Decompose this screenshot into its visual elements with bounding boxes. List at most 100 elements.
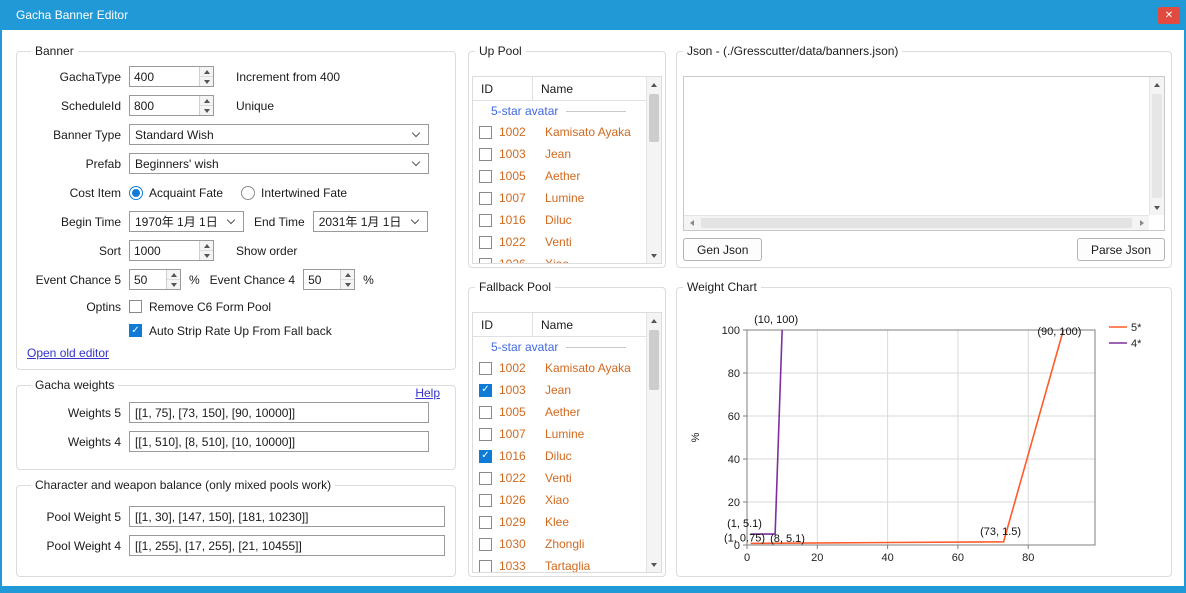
json-vertical-scrollbar[interactable] (1149, 77, 1164, 215)
titlebar[interactable]: Gacha Banner Editor ✕ (0, 0, 1186, 30)
list-item[interactable]: 1003Jean (473, 379, 646, 401)
scheduleid-spinner[interactable]: 800 (129, 95, 214, 116)
list-item[interactable]: 1007Lumine (473, 423, 646, 445)
scroll-up-button[interactable] (647, 77, 661, 92)
fallback-pool-scrollbar[interactable] (646, 313, 661, 572)
gachatype-label: GachaType (25, 70, 121, 84)
row-checkbox[interactable] (479, 148, 492, 161)
row-checkbox[interactable] (479, 516, 492, 529)
column-header-id[interactable]: ID (473, 77, 533, 100)
list-item[interactable]: 1030Zhongli (473, 533, 646, 555)
scroll-up-button[interactable] (647, 313, 661, 328)
row-checkbox[interactable] (479, 236, 492, 249)
spin-up-button[interactable] (341, 270, 354, 280)
scrollbar-thumb[interactable] (649, 94, 659, 142)
weights5-input[interactable]: [[1, 75], [73, 150], [90, 10000]] (129, 402, 429, 423)
spin-down-button[interactable] (341, 280, 354, 289)
row-checkbox[interactable] (479, 560, 492, 573)
spin-down-button[interactable] (200, 251, 213, 260)
scroll-up-button[interactable] (1150, 77, 1164, 92)
down-arrow-icon (345, 283, 351, 287)
pool-weight4-value: [[1, 255], [17, 255], [21, 10455]] (135, 539, 302, 553)
pool-weight4-input[interactable]: [[1, 255], [17, 255], [21, 10455]] (129, 535, 445, 556)
row-checkbox[interactable] (479, 170, 492, 183)
remove-c6-checkbox[interactable] (129, 300, 142, 313)
row-checkbox[interactable] (479, 494, 492, 507)
up-pool-scrollbar[interactable] (646, 77, 661, 263)
row-checkbox[interactable] (479, 406, 492, 419)
optins-label: Optins (25, 300, 121, 314)
banner-type-select[interactable]: Standard Wish (129, 124, 429, 145)
column-header-id[interactable]: ID (473, 313, 533, 336)
list-item[interactable]: 1005Aether (473, 401, 646, 423)
svg-text:40: 40 (728, 454, 740, 466)
chevron-down-icon (227, 216, 235, 224)
open-old-editor-link[interactable]: Open old editor (27, 346, 109, 360)
avatar-id: 1005 (499, 405, 545, 419)
pool-weight5-input[interactable]: [[1, 30], [147, 150], [181, 10230]] (129, 506, 445, 527)
list-item[interactable]: 1005Aether (473, 165, 646, 187)
spin-up-button[interactable] (200, 67, 213, 77)
svg-text:40: 40 (881, 552, 893, 564)
spin-down-button[interactable] (167, 280, 180, 289)
list-item[interactable]: 1003Jean (473, 143, 646, 165)
json-horizontal-scrollbar[interactable] (684, 215, 1149, 230)
column-header-name[interactable]: Name (533, 82, 573, 96)
svg-text:(1, 5.1): (1, 5.1) (727, 518, 762, 530)
list-item[interactable]: 1026Xiao (473, 253, 646, 264)
prefab-select[interactable]: Beginners' wish (129, 153, 429, 174)
help-link[interactable]: Help (412, 386, 443, 400)
scroll-down-button[interactable] (1150, 200, 1164, 215)
row-checkbox[interactable] (479, 192, 492, 205)
row-checkbox[interactable] (479, 362, 492, 375)
auto-strip-checkbox[interactable] (129, 324, 142, 337)
spin-up-button[interactable] (200, 96, 213, 106)
list-item[interactable]: 1029Klee (473, 511, 646, 533)
scrollbar-thumb[interactable] (701, 218, 1132, 228)
list-item[interactable]: 1002Kamisato Ayaka (473, 357, 646, 379)
spin-down-button[interactable] (200, 77, 213, 86)
svg-text:4*: 4* (1131, 338, 1142, 350)
parse-json-button[interactable]: Parse Json (1077, 238, 1165, 261)
svg-text:%: % (690, 432, 702, 442)
row-checkbox[interactable] (479, 126, 492, 139)
scroll-down-button[interactable] (647, 248, 661, 263)
intertwined-fate-radio[interactable] (241, 186, 255, 200)
list-item[interactable]: 1016Diluc (473, 445, 646, 467)
scroll-right-button[interactable] (1134, 216, 1149, 230)
list-item[interactable]: 1007Lumine (473, 187, 646, 209)
spin-up-button[interactable] (200, 241, 213, 251)
gen-json-button[interactable]: Gen Json (683, 238, 762, 261)
sort-spinner[interactable]: 1000 (129, 240, 214, 261)
row-checkbox[interactable] (479, 450, 492, 463)
list-item[interactable]: 1033Tartaglia (473, 555, 646, 573)
list-item[interactable]: 1016Diluc (473, 209, 646, 231)
list-item[interactable]: 1002Kamisato Ayaka (473, 121, 646, 143)
acquaint-fate-radio[interactable] (129, 186, 143, 200)
gachatype-spinner[interactable]: 400 (129, 66, 214, 87)
begin-time-picker[interactable]: 1970年 1月 1日 (129, 211, 244, 232)
spin-up-button[interactable] (167, 270, 180, 280)
list-item[interactable]: 1026Xiao (473, 489, 646, 511)
row-checkbox[interactable] (479, 428, 492, 441)
scroll-left-button[interactable] (684, 216, 699, 230)
end-time-label: End Time (254, 215, 305, 229)
event-chance4-spinner[interactable]: 50 (303, 269, 355, 290)
json-textarea[interactable] (683, 76, 1165, 231)
list-item[interactable]: 1022Venti (473, 467, 646, 489)
close-button[interactable]: ✕ (1158, 7, 1180, 24)
column-header-name[interactable]: Name (533, 318, 573, 332)
row-checkbox[interactable] (479, 472, 492, 485)
row-checkbox[interactable] (479, 384, 492, 397)
list-item[interactable]: 1022Venti (473, 231, 646, 253)
spin-down-button[interactable] (200, 106, 213, 115)
row-checkbox[interactable] (479, 538, 492, 551)
event-chance5-spinner[interactable]: 50 (129, 269, 181, 290)
row-checkbox[interactable] (479, 214, 492, 227)
end-time-picker[interactable]: 2031年 1月 1日 (313, 211, 428, 232)
scroll-down-button[interactable] (647, 557, 661, 572)
scrollbar-thumb[interactable] (649, 330, 659, 390)
row-checkbox[interactable] (479, 258, 492, 265)
scrollbar-thumb[interactable] (1152, 94, 1162, 198)
weights4-input[interactable]: [[1, 510], [8, 510], [10, 10000]] (129, 431, 429, 452)
